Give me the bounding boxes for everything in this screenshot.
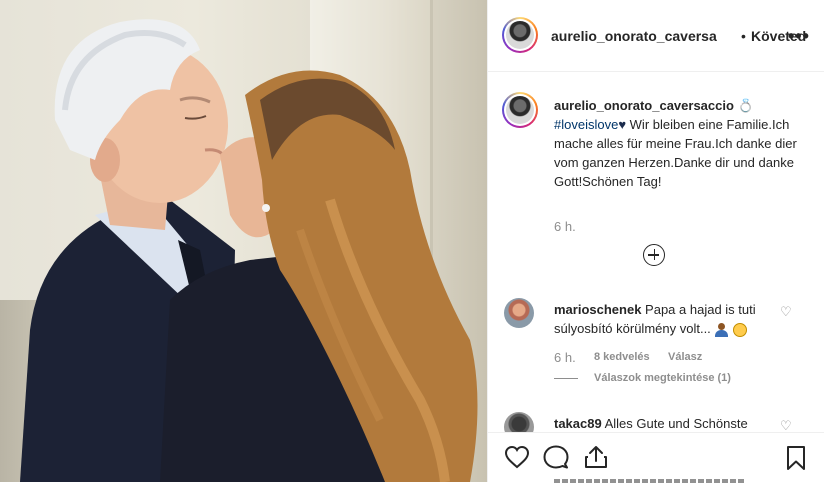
header-separator: •: [741, 28, 746, 44]
likes-summary-peek: [554, 479, 744, 483]
avatar-image: [506, 21, 534, 49]
commenter-avatar[interactable]: [504, 298, 534, 328]
author-avatar[interactable]: [502, 17, 538, 53]
like-comment-icon[interactable]: ♡: [780, 304, 792, 320]
replies-rule: [554, 377, 578, 379]
caption-username[interactable]: aurelio_onorato_caversaccio: [554, 98, 734, 113]
comment-timestamp[interactable]: 6 h.: [554, 350, 576, 365]
plus-circle-icon[interactable]: [643, 244, 665, 266]
couple-illustration: [20, 19, 478, 482]
commenter-username[interactable]: marioschenek: [554, 302, 641, 317]
reply-button[interactable]: Válasz: [668, 351, 702, 363]
hashtag-link[interactable]: #loveislove: [554, 117, 618, 132]
caption-timestamp[interactable]: 6 h.: [554, 219, 576, 234]
comment-icon[interactable]: [543, 445, 569, 469]
ring-emoji: 💍: [737, 98, 754, 113]
action-bar: [488, 432, 824, 483]
instagram-post: aurelio_onorato_caversa • Követed ••• au…: [0, 0, 824, 483]
post-side-panel: aurelio_onorato_caversa • Követed ••• au…: [487, 0, 824, 483]
author-username[interactable]: aurelio_onorato_caversa: [551, 28, 717, 44]
more-options-icon[interactable]: •••: [788, 26, 810, 47]
commenter-username[interactable]: takac89: [554, 416, 602, 431]
heart-icon[interactable]: [504, 445, 530, 469]
avatar-border: [504, 19, 536, 51]
post-photo[interactable]: [0, 0, 487, 482]
share-icon[interactable]: [583, 445, 609, 469]
view-replies-button[interactable]: Válaszok megtekintése (1): [554, 372, 731, 384]
bookmark-icon[interactable]: [784, 445, 808, 471]
comment-likes[interactable]: 8 kedvelés: [594, 351, 650, 363]
smile-emoji: [733, 322, 748, 337]
person-emoji: [714, 322, 729, 337]
comment-text: marioschenek Papa a hajad is tuti súlyos…: [554, 300, 778, 338]
comment-meta: 6 h. 8 kedvelés Válasz: [554, 350, 702, 365]
comment-text: takac89 Alles Gute und Schönste: [554, 414, 778, 433]
heart-emoji: ♥: [618, 117, 627, 132]
comment-body: Alles Gute und Schönste: [601, 416, 748, 431]
view-replies-label: Válaszok megtekintése (1): [594, 372, 731, 384]
caption-text: aurelio_onorato_caversaccio 💍 #loveislov…: [554, 96, 804, 191]
caption-avatar[interactable]: [502, 92, 538, 128]
avatar-border: [504, 94, 536, 126]
avatar-image: [506, 96, 534, 124]
post-header: aurelio_onorato_caversa • Követed •••: [488, 0, 824, 72]
